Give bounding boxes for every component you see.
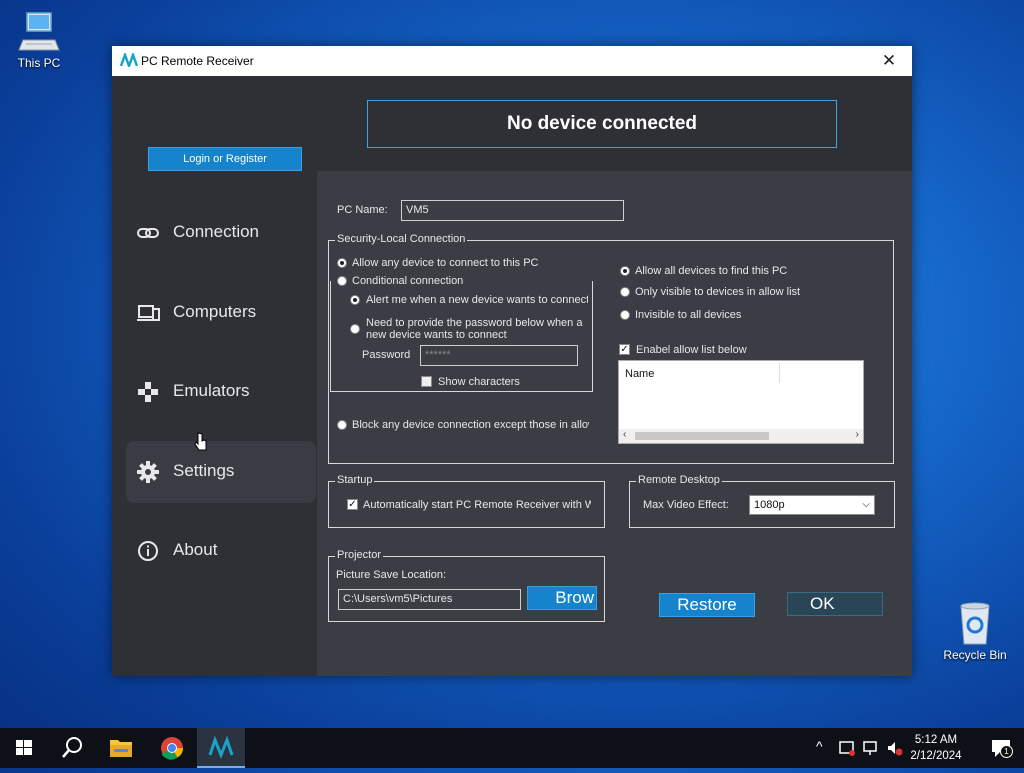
auto-start-label: Automatically start PC Remote Receiver w…	[363, 499, 591, 511]
allow-any-label: Allow any device to connect to this PC	[352, 257, 539, 269]
chevron-up-icon[interactable]: ^	[816, 738, 823, 754]
nav-item-computers[interactable]: Computers	[126, 282, 316, 344]
alert-me-label: Alert me when a new device wants to conn…	[366, 294, 588, 306]
need-password-radio[interactable]	[350, 324, 360, 334]
allow-all-find-label: Allow all devices to find this PC	[635, 265, 788, 277]
network-icon[interactable]	[862, 739, 880, 757]
connection-status: No device connected	[367, 100, 837, 148]
recycle-bin-desktop-icon[interactable]: Recycle Bin	[940, 600, 1010, 662]
only-visible-label: Only visible to devices in allow list	[635, 286, 801, 298]
link-icon	[137, 228, 159, 238]
pc-name-input[interactable]: VM5	[401, 200, 624, 221]
taskbar: ^ 5:12 AM 2/12/2024 1	[0, 728, 1024, 768]
invisible-label: Invisible to all devices	[635, 309, 742, 321]
notification-center-button[interactable]: 1	[978, 728, 1024, 768]
save-location-input[interactable]: C:\Users\vm5\Pictures	[338, 589, 521, 610]
window-title: PC Remote Receiver	[141, 54, 254, 68]
title-bar[interactable]: PC Remote Receiver ✕	[112, 46, 912, 76]
nav-label-about: About	[173, 540, 218, 559]
ok-button[interactable]: OK	[787, 592, 883, 616]
start-button[interactable]	[0, 728, 48, 768]
recycle-bin-label: Recycle Bin	[943, 648, 1007, 662]
notification-count-badge: 1	[1000, 745, 1013, 758]
browse-button[interactable]: Brow	[527, 586, 597, 610]
search-icon	[62, 737, 82, 758]
allow-all-find-radio[interactable]	[620, 266, 630, 276]
tray-app-icon[interactable]	[838, 739, 856, 757]
system-clock[interactable]: 5:12 AM 2/12/2024	[906, 732, 966, 764]
startup-legend: Startup	[335, 474, 375, 486]
show-characters-label: Show characters	[438, 376, 520, 388]
remote-desktop-group: Remote Desktop Max Video Effect: 1080p ⌵	[629, 474, 895, 528]
computer-icon	[18, 12, 60, 51]
enable-allow-list-checkbox[interactable]: ✓	[619, 344, 630, 355]
chevron-down-icon: ⌵	[862, 499, 870, 510]
scroll-left-icon[interactable]: ‹	[623, 429, 626, 440]
folder-icon	[110, 740, 132, 757]
clock-time: 5:12 AM	[914, 734, 958, 746]
pc-name-label: PC Name:	[337, 204, 388, 216]
enable-allow-list-label: Enabel allow list below	[636, 344, 747, 356]
app-logo-icon	[208, 735, 234, 760]
this-pc-desktop-icon[interactable]: This PC	[4, 10, 74, 70]
nav-label-computers: Computers	[173, 302, 257, 321]
security-local-connection-group: Security-Local Connection Allow any devi…	[328, 233, 894, 464]
max-video-label: Max Video Effect:	[643, 499, 729, 511]
remote-desktop-legend: Remote Desktop	[636, 474, 722, 486]
nav-label-emulators: Emulators	[173, 381, 250, 400]
this-pc-label: This PC	[17, 56, 61, 70]
security-legend: Security-Local Connection	[335, 233, 468, 245]
block-any-label: Block any device connection except those…	[352, 419, 589, 431]
list-header-name: Name	[625, 368, 655, 380]
login-register-button[interactable]: Login or Register	[148, 147, 302, 171]
nav-item-about[interactable]: About	[126, 520, 316, 582]
password-input[interactable]: ******	[420, 345, 578, 366]
chrome-icon	[161, 737, 183, 760]
windows-logo-icon	[16, 740, 32, 755]
startup-group: Startup ✓ Automatically start PC Remote …	[328, 474, 605, 528]
navigation-pane: Login or Register Connection Computers E…	[112, 76, 317, 676]
max-video-select[interactable]: 1080p ⌵	[749, 495, 875, 515]
search-button[interactable]	[48, 728, 96, 768]
save-location-label: Picture Save Location:	[336, 569, 447, 581]
clock-date: 2/12/2024	[910, 750, 962, 762]
nav-label-settings: Settings	[173, 461, 235, 480]
recycle-bin-icon	[960, 602, 990, 645]
only-visible-radio[interactable]	[620, 287, 630, 297]
gamepad-icon	[138, 382, 158, 402]
nav-item-settings[interactable]: Settings	[126, 441, 316, 503]
nav-item-connection[interactable]: Connection	[126, 202, 316, 264]
projector-legend: Projector	[335, 549, 384, 561]
need-password-label: Need to provide the password below when …	[366, 317, 583, 341]
scroll-right-icon[interactable]: ›	[856, 429, 859, 440]
chrome-button[interactable]	[148, 728, 196, 768]
horizontal-scrollbar[interactable]: ‹ ›	[619, 429, 863, 443]
computers-icon	[137, 305, 160, 321]
pc-remote-receiver-window: PC Remote Receiver ✕ Login or Register C…	[112, 46, 912, 676]
projector-group: Projector Picture Save Location: C:\User…	[328, 549, 605, 622]
max-video-value: 1080p	[754, 499, 785, 511]
auto-start-checkbox[interactable]: ✓	[347, 499, 358, 510]
invisible-radio[interactable]	[620, 310, 630, 320]
scroll-thumb[interactable]	[635, 432, 769, 440]
password-label: Password	[362, 349, 411, 361]
restore-button[interactable]: Restore	[659, 593, 755, 617]
file-explorer-button[interactable]	[97, 728, 145, 768]
alert-me-radio[interactable]	[350, 295, 360, 305]
app-logo-icon	[120, 53, 138, 67]
allow-list[interactable]: Name ‹ ›	[618, 360, 864, 444]
gear-icon	[137, 461, 159, 483]
allow-any-radio[interactable]	[337, 258, 347, 268]
info-icon	[138, 541, 158, 561]
show-characters-checkbox[interactable]	[421, 376, 432, 387]
nav-label-connection: Connection	[173, 222, 260, 241]
pc-remote-taskbar-button[interactable]	[197, 728, 245, 768]
speaker-muted-icon[interactable]	[886, 739, 904, 757]
column-divider	[779, 363, 780, 383]
block-any-radio[interactable]	[337, 420, 347, 430]
close-button[interactable]: ✕	[866, 46, 912, 76]
mouse-pointer-icon	[194, 432, 207, 451]
settings-panel: PC Name: VM5 Security-Local Connection A…	[317, 171, 912, 676]
nav-item-emulators[interactable]: Emulators	[126, 361, 316, 423]
